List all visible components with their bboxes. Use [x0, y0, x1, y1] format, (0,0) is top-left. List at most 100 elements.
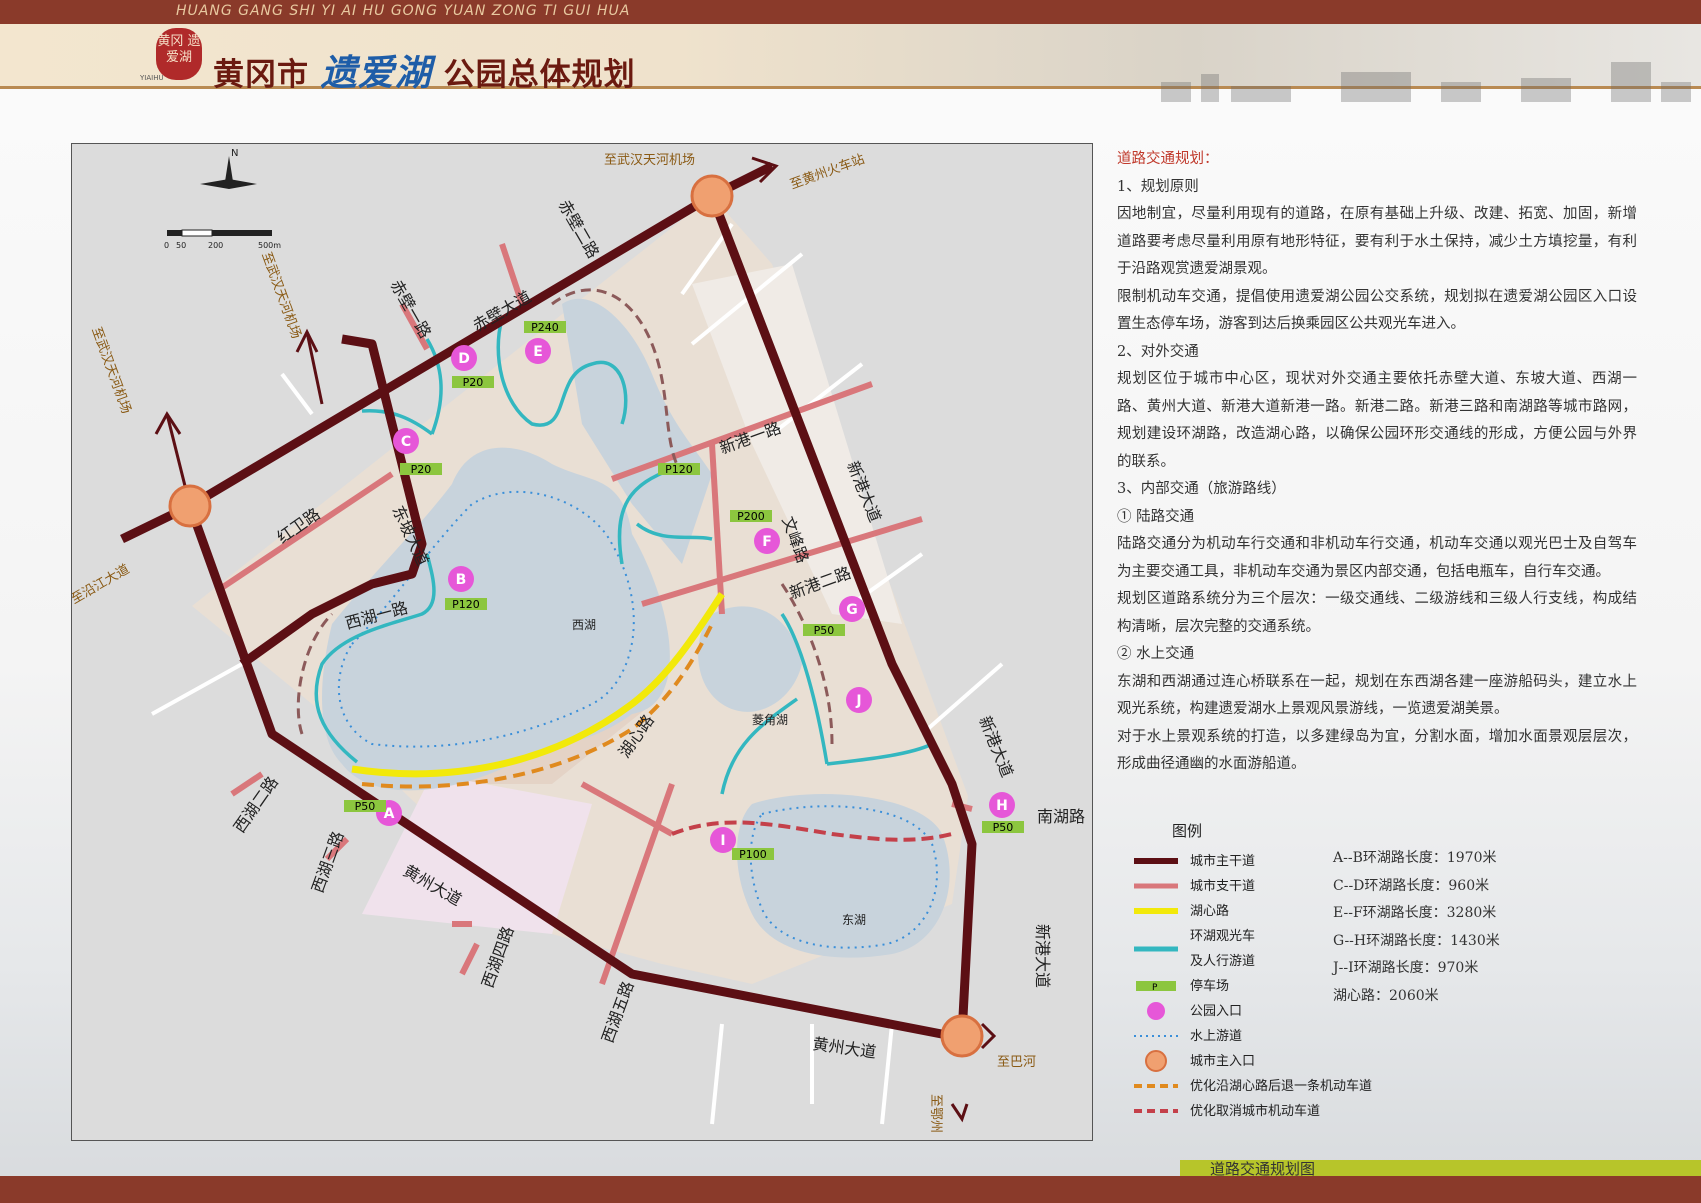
label-xingang-dadao-2: 新港大道	[975, 713, 1017, 779]
east-lake	[737, 794, 950, 958]
north-arrow: N	[200, 148, 257, 189]
label-to-airport-left: 至武汉天河机场	[88, 325, 133, 416]
svg-text:P240: P240	[531, 321, 559, 334]
length-huxin: 湖心路：2060米	[1333, 987, 1439, 1004]
parking-p20-c: P20	[400, 463, 442, 476]
label-xihu-5: 西湖五路	[598, 979, 638, 1046]
svg-text:P50: P50	[355, 800, 376, 813]
entrance-c: C	[393, 428, 419, 454]
length-ab: A--B环湖路长度：1970米	[1333, 850, 1497, 866]
desc-s3-p1: 陆路交通分为机动车行交通和非机动车行交通，机动车交通以观光巴士及自驾车为主要交通…	[1117, 536, 1637, 580]
pink-line-icon	[1134, 883, 1178, 889]
svg-text:B: B	[456, 572, 467, 588]
svg-text:0: 0	[164, 241, 169, 250]
entrance-h: H	[989, 792, 1015, 818]
parking-p100: P100	[732, 848, 774, 861]
desc-s3-b: ② 水上交通	[1117, 646, 1195, 662]
entrance-dot-icon	[1147, 1002, 1165, 1020]
traffic-plan-map: A B C D E F G H I J P240 P20 P20 P120 P1…	[71, 143, 1093, 1141]
scale-bar: 0 50 200 500m	[164, 229, 281, 250]
desc-s1-p1: 因地制宜，尽量利用现有的道路，在原有基础上升级、改建、拓宽、加固，新增道路要考虑…	[1117, 206, 1637, 277]
title-prefix: 黄冈市	[213, 57, 309, 93]
svg-text:F: F	[762, 534, 772, 550]
svg-text:P20: P20	[463, 376, 484, 389]
dark-line-icon	[1134, 858, 1178, 864]
label-xihu-3: 西湖三路	[308, 829, 348, 896]
svg-text:E: E	[533, 344, 543, 360]
header-pinyin: HUANG GANG SHI YI AI HU GONG YUAN ZONG T…	[176, 3, 631, 19]
length-gh: G--H环湖路长度：1430米	[1333, 932, 1500, 949]
svg-text:P200: P200	[737, 510, 765, 523]
entrance-d: D	[451, 345, 477, 371]
length-ef: E--F环湖路长度：3280米	[1333, 905, 1497, 921]
desc-s3-p4: 对于水上景观系统的打造，以多建绿岛为宜，分割水面，增加水面景观层层次，形成曲径通…	[1117, 728, 1637, 773]
svg-text:C: C	[401, 434, 411, 450]
desc-s3-a: ① 陆路交通	[1117, 508, 1195, 525]
label-chibi-1: 赤壁一路	[387, 277, 435, 342]
label-huangzhou-2: 黄州大道	[811, 1034, 877, 1062]
parking-p120-b: P120	[445, 598, 487, 611]
length-cd: C--D环湖路长度：960米	[1333, 877, 1490, 894]
dotted-line-icon	[1134, 1035, 1178, 1037]
label-to-bahe: 至巴河	[997, 1055, 1036, 1070]
yellow-line-icon	[1134, 908, 1178, 914]
label-to-yanjiang: 至沿江大道	[72, 562, 132, 607]
entrance-g: G	[839, 596, 865, 622]
desc-heading: 道路交通规划：	[1117, 151, 1219, 167]
map-canvas: A B C D E F G H I J P240 P20 P20 P120 P1…	[72, 148, 1085, 1133]
label-xingang-dadao-3: 新港大道	[1033, 924, 1052, 988]
svg-text:500m: 500m	[258, 241, 281, 250]
svg-text:P120: P120	[665, 463, 693, 476]
label-chibi-2: 赤壁二路	[555, 197, 603, 262]
parking-p240: P240	[524, 321, 566, 334]
svg-text:200: 200	[208, 241, 223, 250]
entrance-j: J	[846, 687, 872, 713]
svg-text:G: G	[846, 602, 858, 618]
svg-text:D: D	[458, 351, 470, 367]
parking-p20-d: P20	[452, 376, 494, 389]
parking-tag-icon: P	[1136, 981, 1176, 993]
svg-text:50: 50	[176, 241, 186, 250]
red-dashed-line-icon	[1134, 1109, 1178, 1113]
brand-seal: 黄冈 遗爱湖	[156, 28, 202, 80]
svg-text:P120: P120	[452, 598, 480, 611]
parking-p50-a: P50	[344, 800, 386, 813]
entrance-b: B	[448, 566, 474, 592]
desc-s1-title: 1、规划原则	[1117, 178, 1199, 195]
desc-s2-p1: 规划区位于城市中心区，现状对外交通主要依托赤壁大道、东坡大道、西湖一路、黄州大道…	[1117, 371, 1637, 470]
title-suffix: 公园总体规划	[443, 57, 636, 93]
desc-s3-title: 3、内部交通（旅游路线）	[1117, 481, 1286, 497]
label-nanhu: 南湖路	[1037, 807, 1085, 826]
page-title: 黄冈市 遗爱湖 公园总体规划	[213, 44, 636, 96]
entrance-f: F	[754, 528, 780, 554]
title-brand: 遗爱湖	[320, 53, 432, 94]
label-west-lake: 西湖	[572, 617, 596, 632]
desc-s2-title: 2、对外交通	[1117, 343, 1199, 360]
entrance-e: E	[525, 338, 551, 364]
label-to-huangzhou-station: 至黄州火车站	[788, 151, 867, 193]
svg-text:P50: P50	[814, 624, 835, 637]
desc-s1-p2: 限制机动车交通，提倡使用遗爱湖公园公交系统，规划拟在遗爱湖公园区入口设置生态停车…	[1117, 288, 1637, 333]
desc-s3-p3: 东湖和西湖通过连心桥联系在一起，规划在东西湖各建一座游船码头，建立水上观光系统，…	[1117, 673, 1637, 718]
planning-description: 道路交通规划： 1、规划原则 因地制宜，尽量利用现有的道路，在原有基础上升级、改…	[1117, 146, 1637, 779]
svg-text:P100: P100	[739, 848, 767, 861]
skyline-decoration	[1161, 62, 1691, 102]
orange-dashed-line-icon	[1134, 1084, 1178, 1088]
parking-p120-north: P120	[658, 463, 700, 476]
label-to-ezhou: 至鄂州	[928, 1094, 943, 1133]
parking-p50-h: P50	[982, 821, 1024, 834]
label-xihu-2: 西湖二路	[230, 773, 282, 836]
svg-text:P: P	[1152, 983, 1158, 993]
header-pinyin-strip: HUANG GANG SHI YI AI HU GONG YUAN ZONG T…	[0, 0, 1701, 26]
svg-text:P50: P50	[993, 821, 1014, 834]
label-to-airport-mid: 至武汉天河机场	[258, 250, 303, 341]
length-ji: J--I环湖路长度：970米	[1333, 960, 1479, 976]
teal-line-icon	[1134, 946, 1178, 952]
main-entrance-icon	[1145, 1050, 1167, 1072]
svg-text:J: J	[855, 693, 861, 709]
svg-text:I: I	[720, 833, 725, 849]
land-parcel-pink	[362, 774, 592, 934]
label-to-airport-top: 至武汉天河机场	[604, 153, 695, 168]
desc-s3-p2: 规划区道路系统分为三个层次：一级交通线、二级游线和三级人行支线，构成结构清晰，层…	[1117, 591, 1637, 635]
brand-seal-subtitle: YIAIHU	[140, 74, 164, 82]
